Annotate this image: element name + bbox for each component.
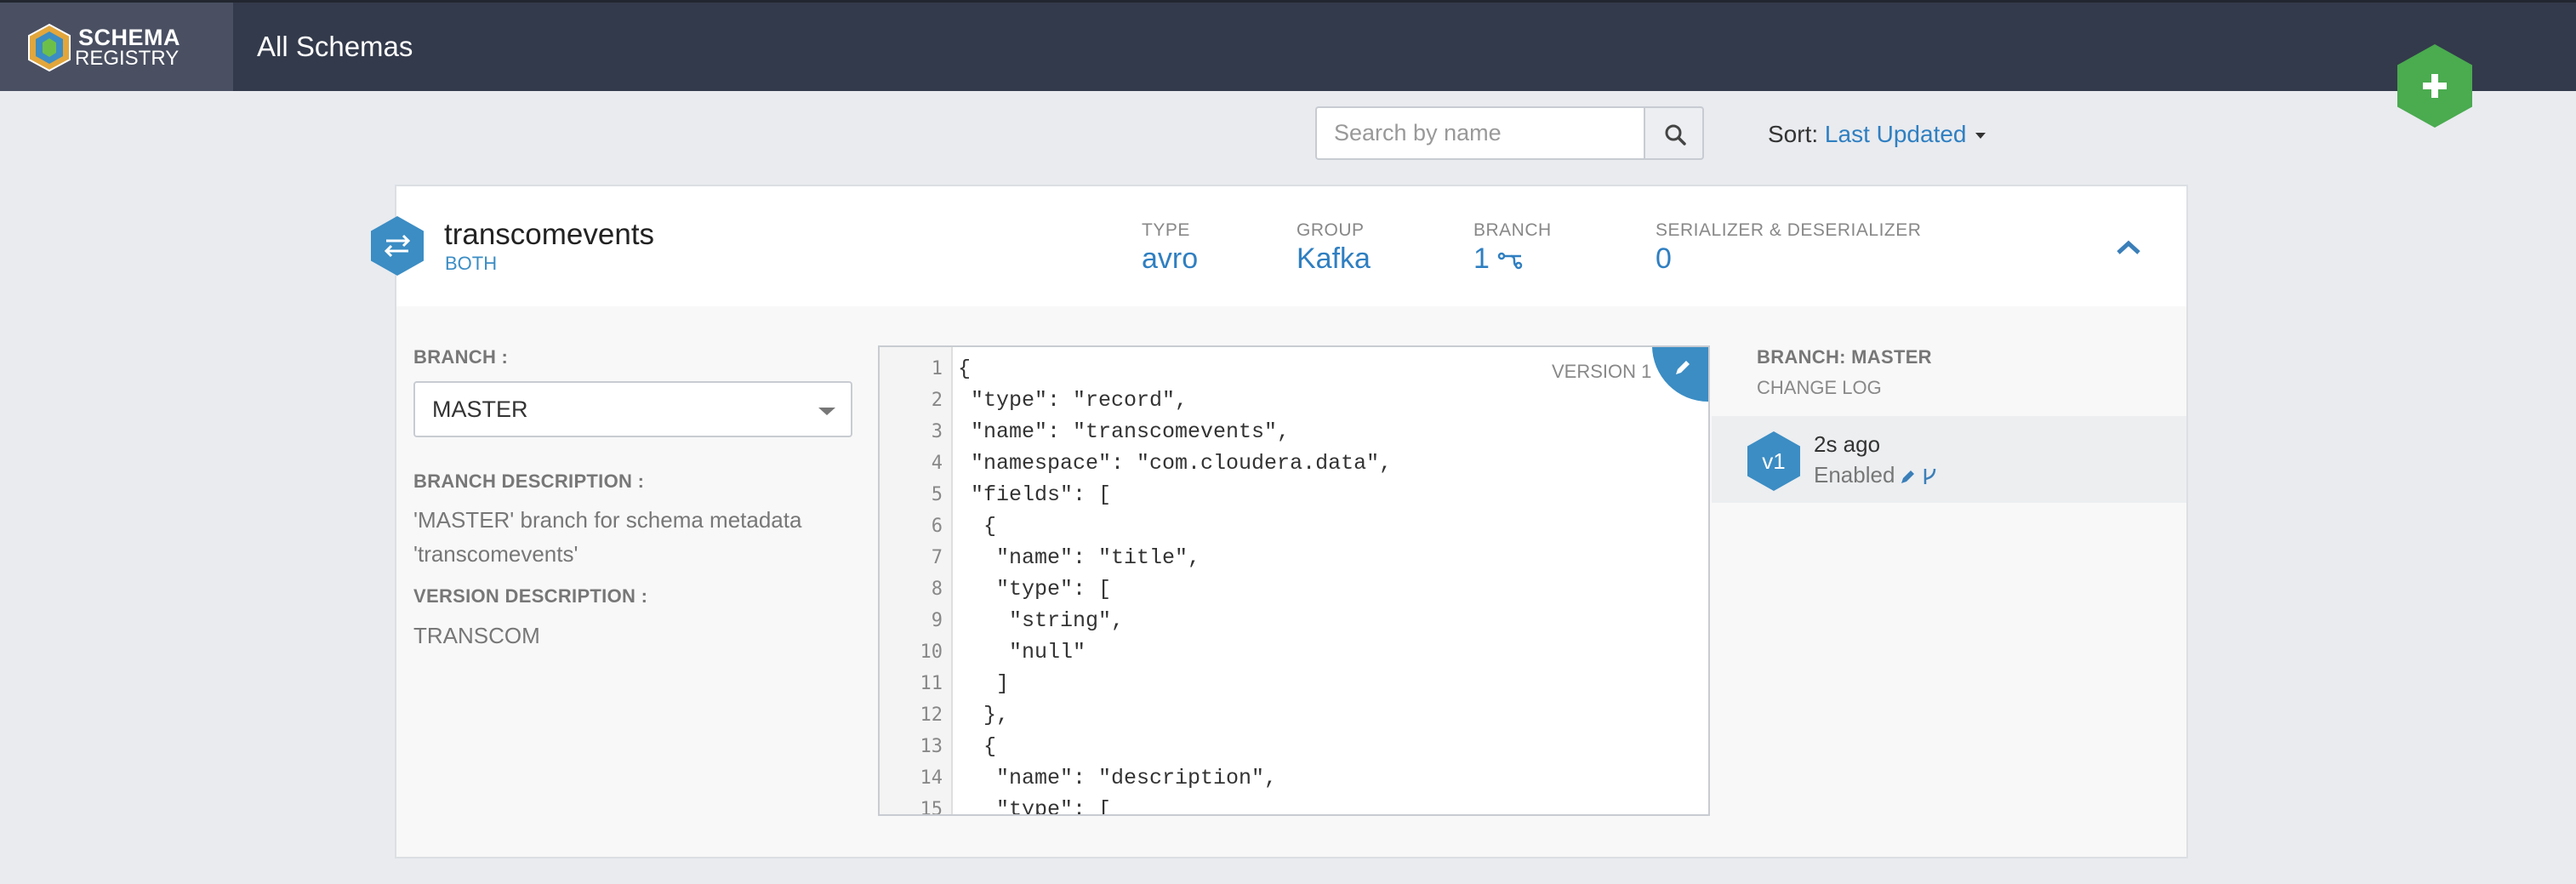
code-line: {: [958, 734, 997, 759]
code-line: },: [958, 703, 1010, 727]
line-number: 3: [931, 421, 943, 442]
pencil-icon[interactable]: [1899, 467, 1918, 486]
change-log-time: 2s ago: [1814, 431, 1881, 457]
brand-title-line2: REGISTRY: [75, 47, 180, 70]
schema-code-editor[interactable]: 1 2 3 4 5 6 7 8 9 10 11 12 13 14 15 { "t…: [878, 345, 1710, 816]
version-badge: v1: [1747, 431, 1800, 491]
search-input[interactable]: [1334, 108, 1632, 158]
line-number: 11: [920, 673, 943, 694]
schema-card: transcomevents BOTH TYPE avro GROUP Kafk…: [371, 185, 2188, 858]
code-line: "name": "transcomevents",: [958, 419, 1291, 444]
line-number: 7: [931, 547, 943, 568]
code-line: {: [958, 356, 972, 381]
search-button[interactable]: [1644, 106, 1704, 160]
page-title: All Schemas: [257, 31, 413, 62]
line-number: 15: [920, 799, 943, 816]
branch-select[interactable]: MASTER: [413, 381, 852, 437]
line-number: 14: [920, 767, 943, 789]
search-icon: [1665, 124, 1686, 145]
serdes-value: 0: [1656, 242, 1672, 275]
code-line: ]: [958, 671, 1010, 696]
branch-select-value: MASTER: [432, 396, 528, 422]
search-box: [1315, 106, 1644, 160]
sort-value[interactable]: Last Updated: [1825, 121, 1967, 147]
branch-description: 'MASTER' branch for schema metadata 'tra…: [413, 507, 802, 567]
schema-compatibility: BOTH: [445, 253, 498, 274]
code-line: "name": "title",: [958, 545, 1201, 570]
code-line: "namespace": "com.cloudera.data",: [958, 451, 1393, 476]
version-description-label: VERSION DESCRIPTION :: [413, 585, 648, 607]
code-line: "name": "description",: [958, 766, 1278, 790]
branch-master-title: BRANCH: MASTER: [1757, 346, 1932, 368]
editor-gutter: 1 2 3 4 5 6 7 8 9 10 11 12 13 14 15: [880, 347, 953, 814]
code-line: "type": [: [958, 577, 1112, 602]
edit-schema-button[interactable]: [1652, 347, 1708, 402]
sort-label: Sort:: [1768, 121, 1819, 147]
change-log-entry[interactable]: v1 2s ago Enabled: [1712, 416, 2186, 503]
version-description: TRANSCOM: [413, 623, 540, 648]
code-line: "null": [958, 640, 1086, 664]
version-badge-text: v1: [1762, 448, 1786, 474]
caret-down-icon: [1975, 133, 1986, 140]
fork-icon[interactable]: [1921, 467, 1940, 486]
line-number: 10: [920, 642, 943, 663]
branch-label: BRANCH: [1473, 220, 1552, 240]
line-number: 12: [920, 704, 943, 726]
code-line: "type": "record",: [958, 388, 1188, 413]
branch-select-label: BRANCH :: [413, 346, 509, 368]
line-number: 1: [931, 358, 943, 379]
top-navbar: SCHEMA REGISTRY All Schemas: [0, 0, 2576, 91]
version-label: VERSION 1: [1552, 361, 1652, 382]
schema-card-header[interactable]: transcomevents BOTH TYPE avro GROUP Kafk…: [371, 186, 2186, 306]
exchange-arrows-icon: [384, 234, 411, 258]
brand[interactable]: SCHEMA REGISTRY: [0, 3, 233, 91]
schema-registry-logo-icon: [28, 23, 71, 72]
line-number: 4: [931, 453, 943, 474]
line-number: 13: [920, 736, 943, 757]
group-label: GROUP: [1297, 220, 1365, 240]
code-line: {: [958, 514, 997, 539]
group-value: Kafka: [1297, 242, 1371, 275]
type-label: TYPE: [1142, 220, 1190, 240]
pencil-icon: [1676, 361, 1690, 374]
schema-name: transcomevents: [444, 218, 655, 251]
line-number: 6: [931, 516, 943, 537]
sort-control[interactable]: Sort: Last Updated: [1768, 121, 1986, 148]
type-value: avro: [1142, 242, 1199, 275]
code-line: "fields": [: [958, 482, 1112, 507]
code-line: "type": [: [958, 797, 1112, 816]
line-number: 2: [931, 390, 943, 411]
change-log-status: Enabled: [1814, 462, 1895, 488]
line-number: 9: [931, 610, 943, 631]
line-number: 5: [931, 484, 943, 505]
line-number: 8: [931, 579, 943, 600]
caret-down-icon: [818, 408, 835, 415]
branch-description-label: BRANCH DESCRIPTION :: [413, 471, 645, 492]
serdes-label: SERIALIZER & DESERIALIZER: [1656, 220, 1922, 240]
plus-icon: [2423, 74, 2447, 98]
branch-count-value: 1: [1473, 242, 1490, 275]
branch-count: 1: [1473, 242, 1523, 276]
code-line: "string",: [958, 608, 1125, 633]
chevron-up-icon[interactable]: [2113, 237, 2144, 258]
change-log-label: CHANGE LOG: [1757, 377, 1882, 398]
branch-icon: [1498, 252, 1523, 270]
schema-compatibility-badge: [371, 216, 424, 276]
